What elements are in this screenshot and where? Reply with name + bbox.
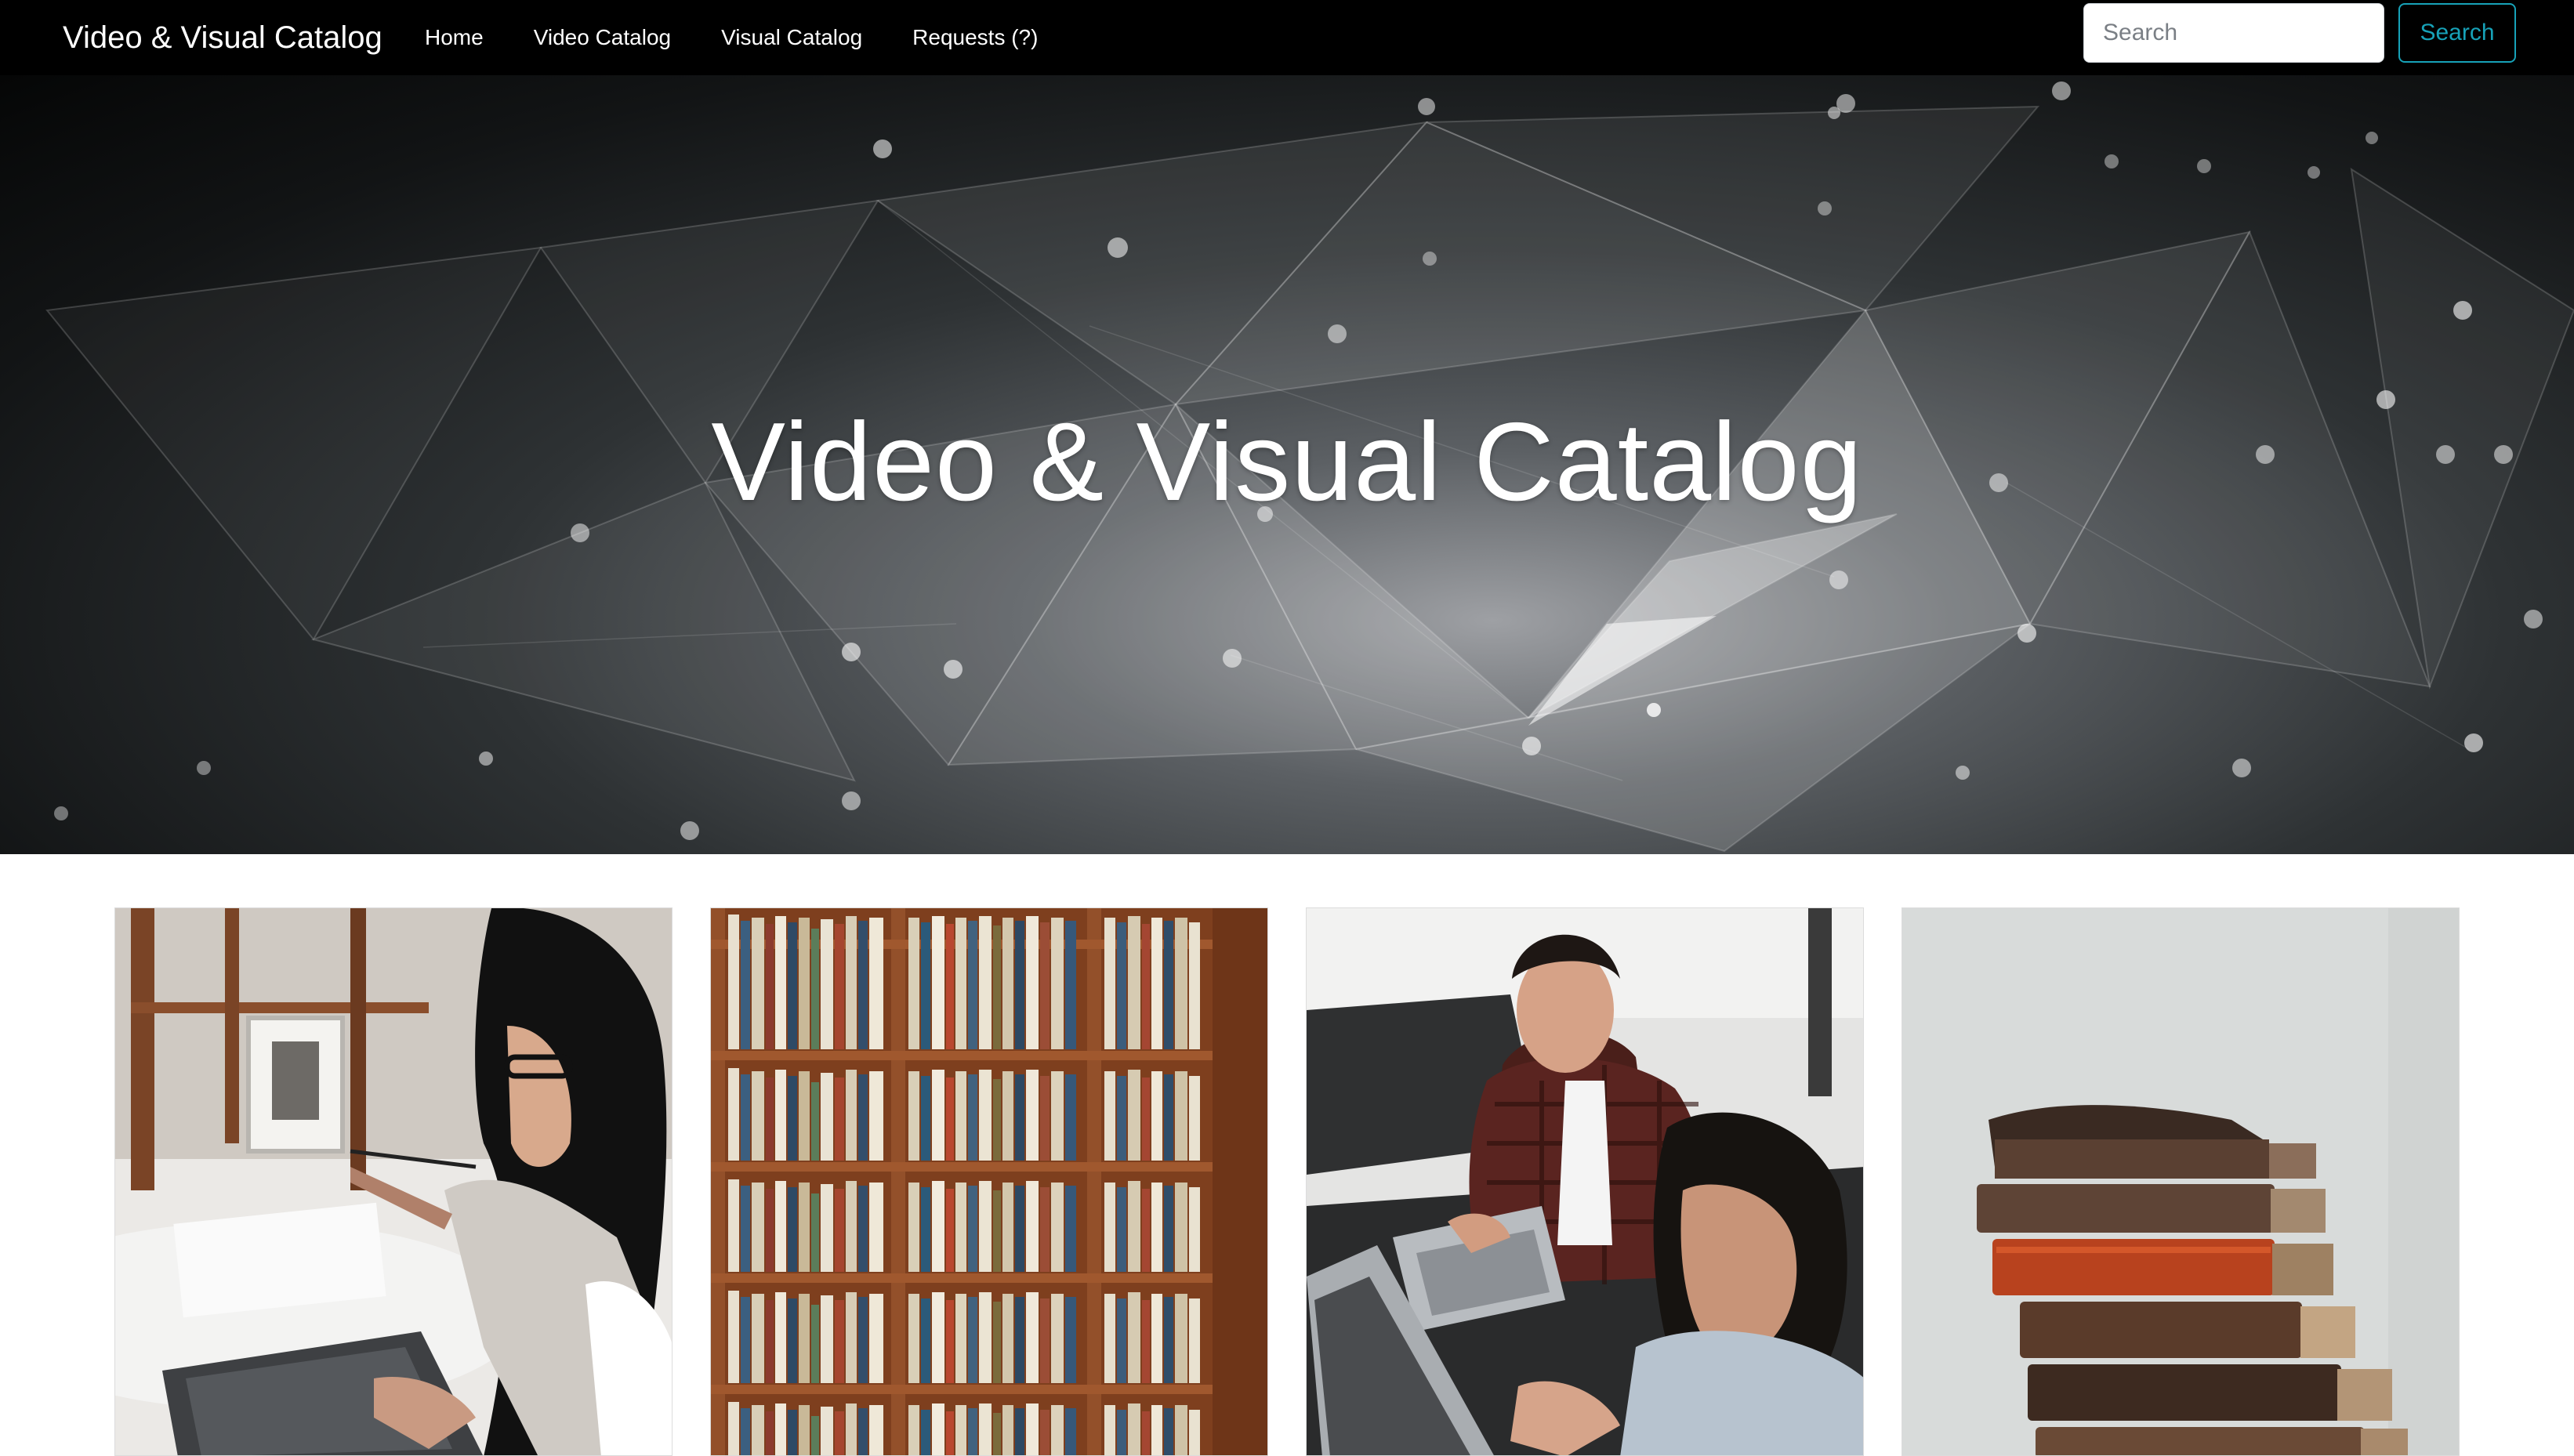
catalog-card[interactable]: [710, 907, 1268, 1456]
nav-visual-catalog-link[interactable]: Visual Catalog: [721, 25, 862, 50]
hero-title: Video & Visual Catalog: [711, 400, 1863, 524]
nav-links: Home Video Catalog Visual Catalog Reques…: [425, 0, 1088, 75]
catalog-cards: [0, 907, 2574, 1456]
search-button[interactable]: Search: [2398, 3, 2516, 63]
hero-banner: Video & Visual Catalog: [0, 75, 2574, 854]
nav-home-link[interactable]: Home: [425, 25, 484, 50]
nav-video-catalog-link[interactable]: Video Catalog: [534, 25, 671, 50]
brand-link[interactable]: Video & Visual Catalog: [63, 0, 382, 75]
woman-studying-with-laptop-image: [115, 908, 672, 1455]
stack-of-old-books-image: [1902, 908, 2459, 1455]
catalog-card[interactable]: [1306, 907, 1864, 1456]
library-bookshelf-image: [711, 908, 1267, 1455]
top-navbar: Video & Visual Catalog Home Video Catalo…: [0, 0, 2574, 75]
nav-requests-link[interactable]: Requests (?): [912, 25, 1038, 50]
catalog-card[interactable]: [114, 907, 673, 1456]
catalog-card[interactable]: [1901, 907, 2460, 1456]
search-input[interactable]: [2083, 3, 2384, 63]
students-working-on-laptops-image: [1307, 908, 1863, 1455]
search-form: Search: [2083, 3, 2516, 63]
